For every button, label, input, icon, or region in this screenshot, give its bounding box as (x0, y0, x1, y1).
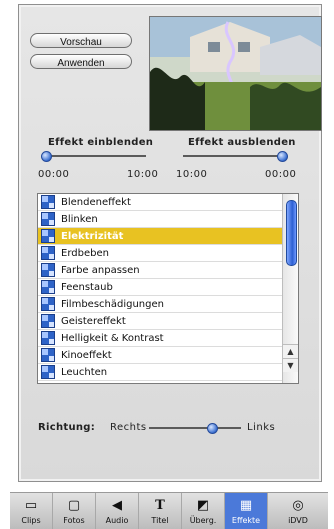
fade-in-start-time: 00:00 (38, 169, 70, 180)
toolbar-effects-button[interactable]: ▦ Effekte (225, 493, 268, 529)
effect-item[interactable]: Kinoeffekt (38, 347, 298, 364)
fade-in-slider-knob[interactable] (41, 151, 52, 162)
fade-out-end-time: 00:00 (265, 169, 297, 180)
effect-item[interactable]: Leuchten (38, 364, 298, 381)
scroll-down-arrow-icon[interactable]: ▼ (283, 358, 298, 372)
effect-preview-image (149, 16, 322, 131)
effect-icon (41, 297, 55, 311)
direction-slider-track[interactable] (149, 427, 241, 429)
effect-item[interactable]: Feenstaub (38, 279, 298, 296)
effects-scrollbar[interactable]: ▲ ▼ (282, 194, 298, 383)
direction-left-label: Rechts (110, 422, 147, 433)
apply-button[interactable]: Anwenden (30, 54, 132, 69)
effect-icon (41, 314, 55, 328)
direction-label: Richtung: (38, 422, 96, 433)
toolbar-photos-button[interactable]: ▢ Fotos (53, 493, 96, 529)
fade-out-slider-knob[interactable] (277, 151, 288, 162)
effect-item[interactable]: Erdbeben (38, 245, 298, 262)
toolbar-title-button[interactable]: T Titel (139, 493, 182, 529)
effects-list[interactable]: Blendeneffekt Blinken Elektrizität Erdbe… (37, 193, 299, 384)
clips-icon: ▭ (24, 498, 38, 513)
effect-item[interactable]: Farbe anpassen (38, 262, 298, 279)
fade-out-slider-track[interactable] (183, 155, 287, 157)
toolbar-clips-button[interactable]: ▭ Clips (10, 493, 53, 529)
effects-icon: ▦ (239, 498, 253, 513)
scrollbar-thumb[interactable] (286, 200, 297, 266)
fade-out-label: Effekt ausblenden (188, 137, 296, 148)
fade-in-end-time: 10:00 (127, 169, 159, 180)
photos-icon: ▢ (67, 498, 81, 513)
effect-item[interactable]: Blinken (38, 211, 298, 228)
toolbar-idvd-button[interactable]: ◎ iDVD (268, 493, 328, 529)
title-icon: T (155, 498, 165, 513)
effect-icon (41, 263, 55, 277)
scroll-up-arrow-icon[interactable]: ▲ (283, 344, 298, 358)
effect-item[interactable]: Blendeneffekt (38, 194, 298, 211)
effect-icon (41, 246, 55, 260)
transition-icon: ◩ (196, 498, 210, 513)
fade-out-start-time: 10:00 (176, 169, 208, 180)
bottom-toolbar: ▭ Clips ▢ Fotos ◀ Audio T Titel ◩ Überg.… (10, 492, 328, 529)
direction-right-label: Links (247, 422, 276, 433)
effect-item[interactable]: Helligkeit & Kontrast (38, 330, 298, 347)
effect-item-selected[interactable]: Elektrizität (38, 228, 298, 245)
effect-icon (41, 195, 55, 209)
effect-icon (41, 365, 55, 379)
effect-item[interactable]: Filmbeschädigungen (38, 296, 298, 313)
preview-button[interactable]: Vorschau (30, 33, 132, 48)
fade-in-slider-track[interactable] (42, 155, 146, 157)
fade-in-label: Effekt einblenden (48, 137, 154, 148)
toolbar-audio-button[interactable]: ◀ Audio (96, 493, 139, 529)
effect-icon (41, 212, 55, 226)
audio-icon: ◀ (112, 498, 122, 513)
effect-icon (41, 229, 55, 243)
toolbar-transition-button[interactable]: ◩ Überg. (182, 493, 225, 529)
idvd-icon: ◎ (292, 498, 304, 513)
effect-icon (41, 331, 55, 345)
effect-item[interactable]: Geistereffekt (38, 313, 298, 330)
effect-icon (41, 280, 55, 294)
effect-icon (41, 348, 55, 362)
direction-slider-knob[interactable] (207, 423, 218, 434)
